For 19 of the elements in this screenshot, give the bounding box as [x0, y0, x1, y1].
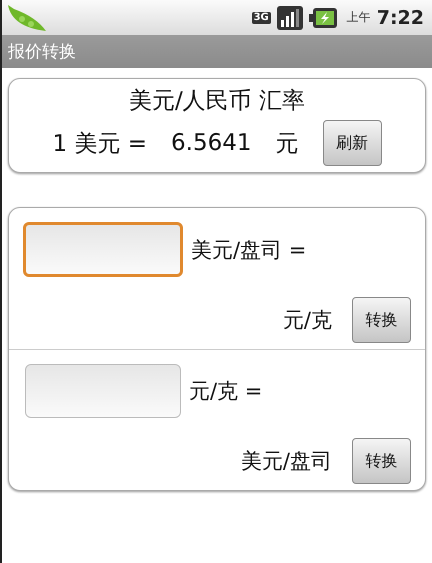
rate-value: 6.5641 — [171, 130, 252, 156]
window-title: 报价转换 — [8, 41, 76, 63]
input-unit-label: 美元/盘司 = — [191, 236, 306, 264]
input-field[interactable] — [25, 364, 181, 418]
rate-heading: 美元/人民币 汇率 — [128, 87, 306, 116]
battery-icon — [308, 8, 337, 28]
refresh-button[interactable]: 刷新 — [322, 120, 382, 166]
network-type: 3G — [252, 12, 271, 24]
convert-button[interactable]: 转换 — [352, 297, 411, 343]
input-unit-label: 元/克 = — [189, 378, 262, 405]
convert-button[interactable]: 转换 — [352, 438, 411, 484]
clock: 7:22 — [376, 6, 424, 28]
am-pm: 上午 — [346, 9, 371, 26]
amount-label: 1 美元 = — [52, 130, 148, 158]
input-field[interactable] — [23, 222, 183, 277]
unit-label: 元 — [276, 130, 298, 158]
output-unit-label: 美元/盘司 — [240, 448, 332, 475]
output-unit-label: 元/克 — [282, 307, 332, 334]
signal-icon — [276, 6, 303, 30]
